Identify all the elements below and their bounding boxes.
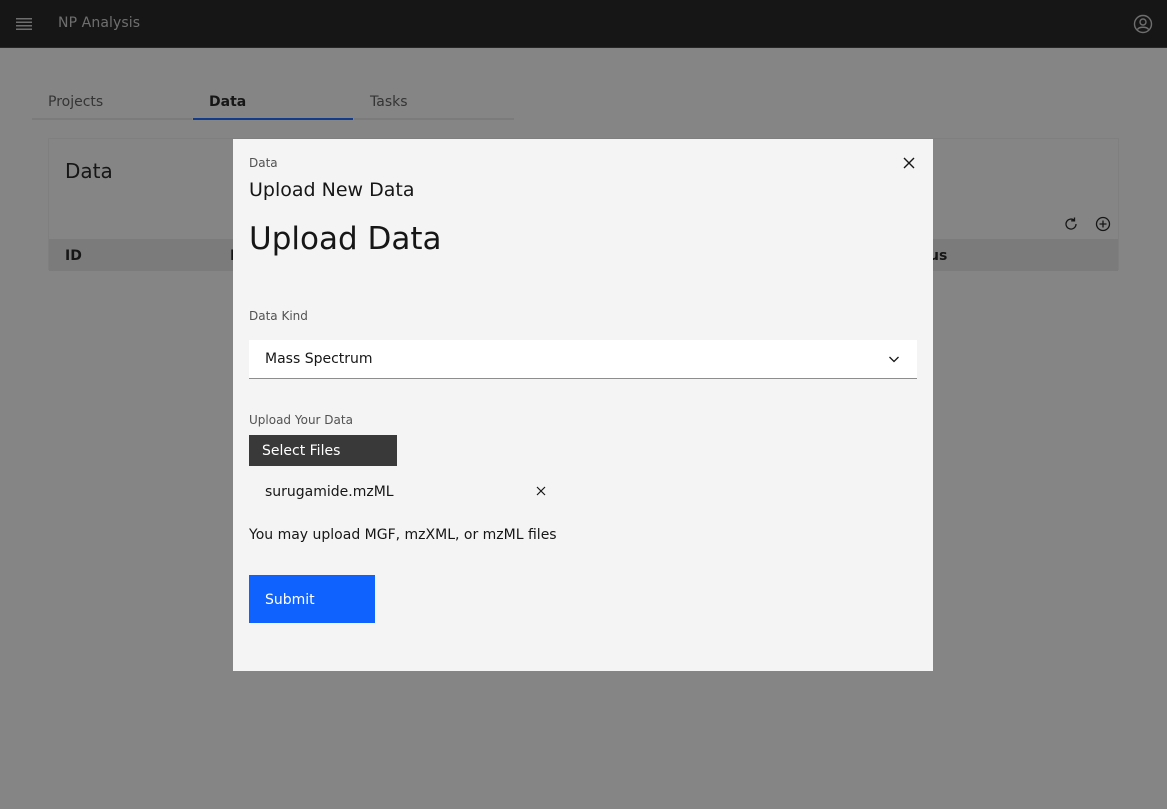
submit-label: Submit [265,592,315,608]
uploaded-file-item: surugamide.mzML [249,477,549,505]
upload-helper-text: You may upload MGF, mzXML, or mzML files [249,527,557,543]
data-kind-label: Data Kind [249,309,308,323]
chevron-down-icon [889,356,899,363]
modal-label: Data [249,156,278,170]
data-kind-select[interactable]: Mass Spectrum [249,340,917,379]
upload-label: Upload Your Data [249,413,353,427]
upload-data-modal: Data Upload New Data Upload Data Data Ki… [233,139,933,671]
remove-file-icon[interactable] [533,483,549,499]
submit-button[interactable]: Submit [249,575,375,623]
modal-heading: Upload New Data [249,179,415,201]
select-files-label: Select Files [262,443,341,459]
form-title: Upload Data [249,221,442,257]
close-icon[interactable] [897,151,921,175]
select-files-button[interactable]: Select Files [249,435,397,466]
data-kind-value: Mass Spectrum [265,351,373,367]
header-backdrop [0,0,1167,48]
file-name: surugamide.mzML [265,484,394,500]
